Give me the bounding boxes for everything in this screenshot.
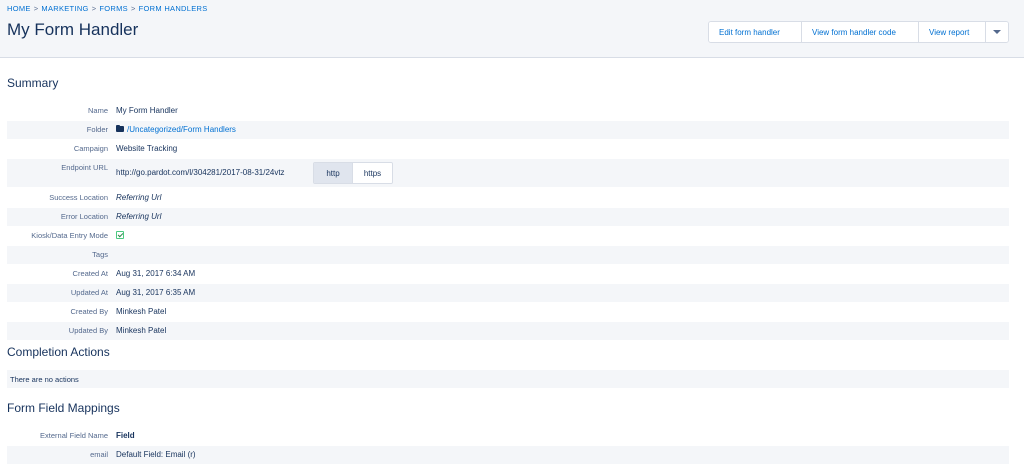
summary-row-success-location: Success Location Referring Url xyxy=(7,189,1009,207)
page-header: HOME > MARKETING > FORMS > FORM HANDLERS My Fo… xyxy=(0,0,1024,58)
summary-row-endpoint-url: Endpoint URL http://go.pardot.com/l/3042… xyxy=(7,159,1009,187)
created-at-value: Aug 31, 2017 6:34 AM xyxy=(116,269,196,278)
summary-row-updated-at: Updated At Aug 31, 2017 6:35 AM xyxy=(7,284,1009,302)
http-toggle-button[interactable]: http xyxy=(314,163,353,183)
mapping-row: email Default Field: Email (r) xyxy=(7,446,1009,464)
success-location-value: Referring Url xyxy=(116,193,162,202)
chevron-down-icon xyxy=(993,30,1001,34)
mapping-field-value: Default Field: Email (r) xyxy=(116,450,196,459)
updated-by-link[interactable]: Minkesh Patel xyxy=(116,326,166,335)
updated-at-value: Aug 31, 2017 6:35 AM xyxy=(116,288,196,297)
folder-value: /Uncategorized/Form Handlers xyxy=(116,124,236,134)
folder-link[interactable]: /Uncategorized/Form Handlers xyxy=(127,125,236,134)
completion-actions-empty: There are no actions xyxy=(7,370,1009,388)
summary-row-error-location: Error Location Referring Url xyxy=(7,208,1009,226)
endpoint-url-label: Endpoint URL xyxy=(61,163,108,172)
action-button-group: Edit form handler View form handler code… xyxy=(708,21,1009,43)
tags-label: Tags xyxy=(92,250,108,259)
summary-row-campaign: Campaign Website Tracking xyxy=(7,140,1009,158)
breadcrumb-forms[interactable]: FORMS xyxy=(99,4,128,13)
success-location-label: Success Location xyxy=(49,193,108,202)
more-actions-dropdown-button[interactable] xyxy=(986,22,1008,42)
view-form-handler-code-button[interactable]: View form handler code xyxy=(802,22,919,42)
error-location-value: Referring Url xyxy=(116,212,162,221)
created-by-label: Created By xyxy=(70,307,108,316)
campaign-link[interactable]: Website Tracking xyxy=(116,144,177,153)
mapping-header-row: External Field Name Field xyxy=(7,427,1009,445)
no-actions-text: There are no actions xyxy=(10,375,79,384)
folder-label: Folder xyxy=(86,125,108,134)
campaign-label: Campaign xyxy=(73,144,108,153)
field-header: Field xyxy=(116,431,135,440)
breadcrumb-separator: > xyxy=(91,4,97,13)
summary-row-name: Name My Form Handler xyxy=(7,102,1009,120)
name-value: My Form Handler xyxy=(116,106,178,115)
https-toggle-button[interactable]: https xyxy=(353,163,392,183)
summary-section-title: Summary xyxy=(7,76,59,90)
created-at-label: Created At xyxy=(72,269,108,278)
error-location-label: Error Location xyxy=(60,212,108,221)
breadcrumb-separator: > xyxy=(33,4,39,13)
summary-row-kiosk-mode: Kiosk/Data Entry Mode xyxy=(7,227,1009,245)
mapping-external-field: email xyxy=(90,450,108,459)
summary-row-tags: Tags xyxy=(7,246,1009,264)
kiosk-mode-value xyxy=(116,231,124,241)
edit-form-handler-button[interactable]: Edit form handler xyxy=(709,22,802,42)
name-label: Name xyxy=(87,106,108,115)
created-by-link[interactable]: Minkesh Patel xyxy=(116,307,166,316)
endpoint-url-value: http://go.pardot.com/l/304281/2017-08-31… xyxy=(116,168,285,177)
breadcrumb-separator: > xyxy=(130,4,136,13)
summary-row-updated-by: Updated By Minkesh Patel xyxy=(7,322,1009,340)
updated-at-label: Updated At xyxy=(70,288,108,297)
summary-row-created-by: Created By Minkesh Patel xyxy=(7,303,1009,321)
updated-by-label: Updated By xyxy=(68,326,108,335)
breadcrumb-form-handlers[interactable]: FORM HANDLERS xyxy=(139,4,208,13)
external-field-name-header: External Field Name xyxy=(40,431,108,440)
summary-row-created-at: Created At Aug 31, 2017 6:34 AM xyxy=(7,265,1009,283)
protocol-toggle: http https xyxy=(313,162,393,184)
page-title: My Form Handler xyxy=(7,20,139,39)
breadcrumb-home[interactable]: HOME xyxy=(7,4,31,13)
summary-row-folder: Folder /Uncategorized/Form Handlers xyxy=(7,121,1009,139)
view-report-button[interactable]: View report xyxy=(919,22,986,42)
kiosk-mode-label: Kiosk/Data Entry Mode xyxy=(31,231,108,240)
breadcrumb: HOME > MARKETING > FORMS > FORM HANDLERS xyxy=(7,4,208,13)
breadcrumb-marketing[interactable]: MARKETING xyxy=(41,4,88,13)
checkbox-checked-icon xyxy=(116,231,124,239)
form-field-mappings-section-title: Form Field Mappings xyxy=(7,401,120,415)
folder-icon xyxy=(116,124,124,132)
completion-actions-section-title: Completion Actions xyxy=(7,345,110,359)
